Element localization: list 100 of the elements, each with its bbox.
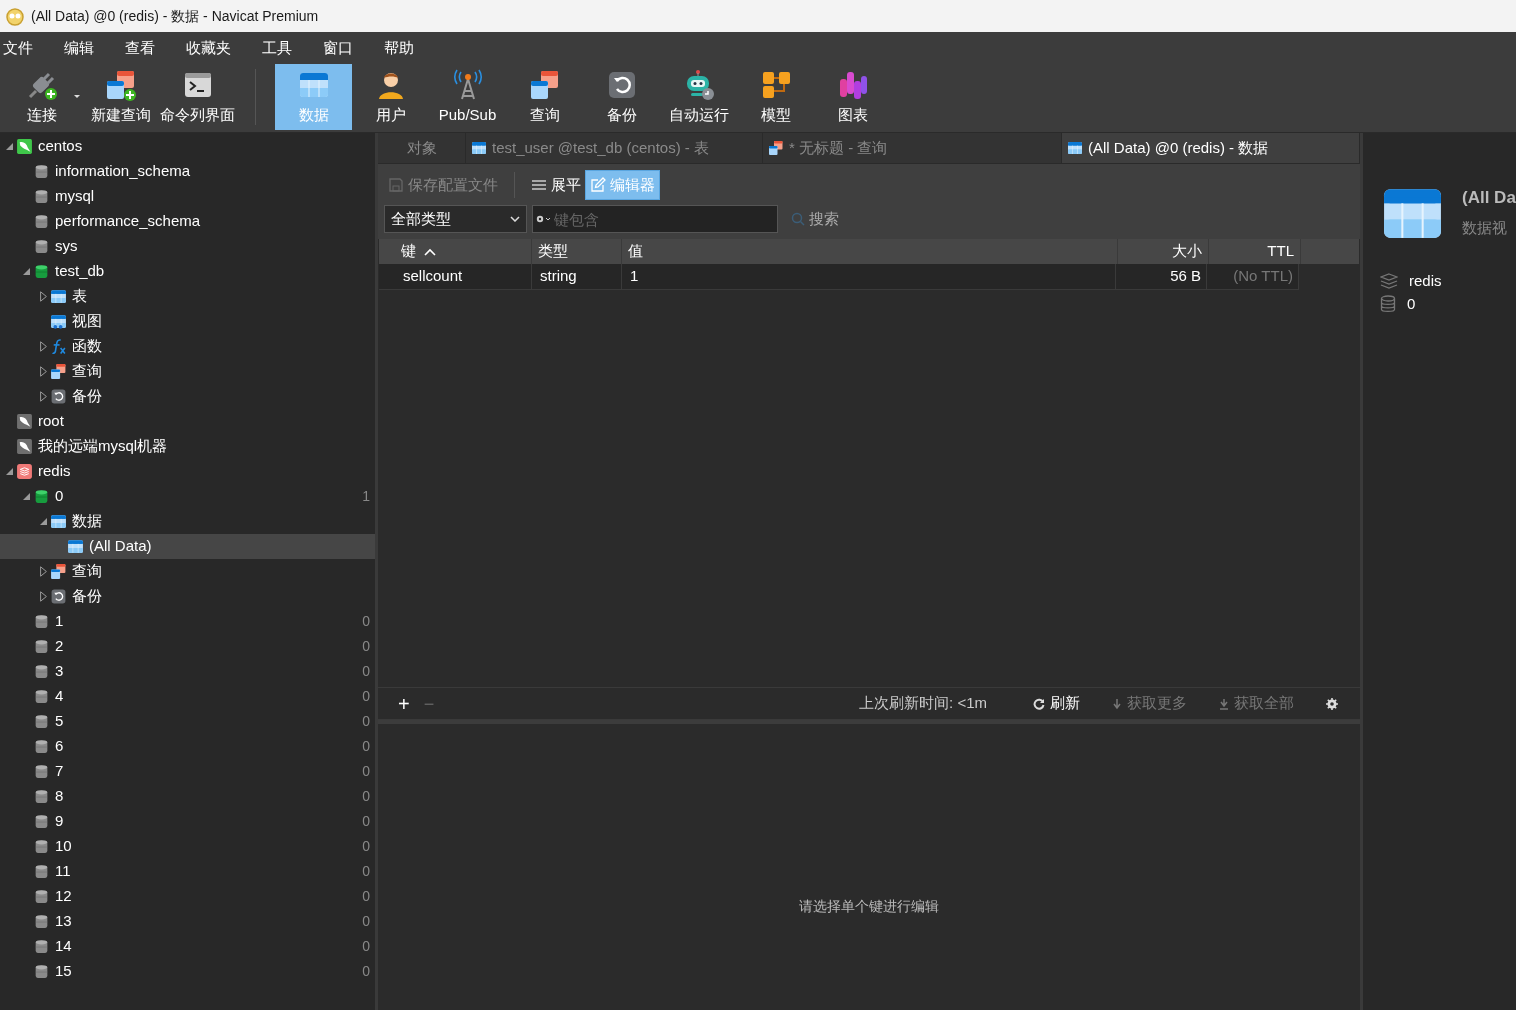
collapsed-arrow-icon[interactable] xyxy=(39,391,47,402)
tree-item[interactable]: 3 0 xyxy=(0,659,375,684)
tab[interactable]: (All Data) @0 (redis) - 数据 xyxy=(1062,133,1360,163)
tree-item[interactable]: 11 0 xyxy=(0,859,375,884)
window-title: (All Data) @0 (redis) - 数据 - Navicat Premium xyxy=(31,6,319,26)
menu-item[interactable]: 收藏夹 xyxy=(186,36,231,60)
connection-icon xyxy=(16,438,33,455)
menu-item[interactable]: 查看 xyxy=(125,36,155,60)
item-count: 0 xyxy=(362,662,370,681)
query-icon xyxy=(768,140,784,156)
save-icon xyxy=(388,177,404,193)
expanded-arrow-icon[interactable] xyxy=(5,468,13,475)
toolbar-button[interactable]: 图表 xyxy=(814,64,891,130)
tree-item[interactable]: 备份 xyxy=(0,584,375,609)
tree-item[interactable]: 8 0 xyxy=(0,784,375,809)
tree-item[interactable]: mysql xyxy=(0,184,375,209)
tree-item[interactable]: 7 0 xyxy=(0,759,375,784)
item-count: 0 xyxy=(362,937,370,956)
item-count: 0 xyxy=(362,762,370,781)
tree-item[interactable]: 10 0 xyxy=(0,834,375,859)
query-plus-icon xyxy=(104,69,137,101)
toolbar-button[interactable]: 查询 xyxy=(506,64,583,130)
expanded-arrow-icon[interactable] xyxy=(39,518,47,525)
function-icon xyxy=(50,338,67,355)
tree-item[interactable]: 表 xyxy=(0,284,375,309)
tree-item[interactable]: information_schema xyxy=(0,159,375,184)
toolbar-button[interactable]: Pub/Sub xyxy=(429,64,506,130)
tree-item[interactable]: 我的远端mysql机器 xyxy=(0,434,375,459)
table-cell: 1 xyxy=(622,264,1116,289)
table-cell: (No TTL) xyxy=(1207,264,1299,289)
toolbar-button[interactable]: 连接 xyxy=(3,64,80,130)
backup-icon xyxy=(50,588,67,605)
expanded-arrow-icon[interactable] xyxy=(5,143,13,150)
tree-item[interactable]: 9 0 xyxy=(0,809,375,834)
toolbar-button[interactable]: 备份 xyxy=(583,64,660,130)
collapsed-arrow-icon[interactable] xyxy=(39,341,47,352)
key-filter-field[interactable]: 键包含 xyxy=(532,205,778,233)
add-button[interactable]: + xyxy=(398,693,410,714)
tree-item[interactable]: 15 0 xyxy=(0,959,375,984)
item-count: 0 xyxy=(362,812,370,831)
collapsed-arrow-icon[interactable] xyxy=(39,591,47,602)
tree-item[interactable]: 2 0 xyxy=(0,634,375,659)
action-button[interactable]: 刷新 xyxy=(1033,692,1080,715)
tree-item[interactable]: 查询 xyxy=(0,359,375,384)
tree-item[interactable]: 14 0 xyxy=(0,934,375,959)
tree-item[interactable]: 数据 xyxy=(0,509,375,534)
tree-item[interactable]: 备份 xyxy=(0,384,375,409)
expanded-arrow-icon[interactable] xyxy=(22,268,30,275)
menu-item[interactable]: 编辑 xyxy=(64,36,94,60)
table-cell: sellcount xyxy=(379,264,532,289)
expanded-arrow-icon[interactable] xyxy=(22,493,30,500)
toolbar-button[interactable]: 自动运行 xyxy=(660,64,737,130)
database-icon xyxy=(33,888,50,905)
tree-item[interactable]: 12 0 xyxy=(0,884,375,909)
refresh-time: 上次刷新时间: <1m xyxy=(859,693,987,714)
menu-item[interactable]: 窗口 xyxy=(323,36,353,60)
caret-icon[interactable] xyxy=(74,95,80,99)
type-select[interactable]: 全部类型 xyxy=(384,205,527,233)
collapsed-arrow-icon[interactable] xyxy=(39,566,47,577)
toolbar-button[interactable]: 命令列界面 xyxy=(159,64,236,130)
tree-item[interactable]: 6 0 xyxy=(0,734,375,759)
toolbar-button[interactable]: 新建查询 xyxy=(82,64,159,130)
tree-item[interactable]: 0 1 xyxy=(0,484,375,509)
database-icon xyxy=(33,863,50,880)
settings-icon[interactable] xyxy=(1326,697,1338,710)
tree-item[interactable]: 4 0 xyxy=(0,684,375,709)
tree-item[interactable]: 查询 xyxy=(0,559,375,584)
tree-item[interactable]: 13 0 xyxy=(0,909,375,934)
menu-item[interactable]: 文件 xyxy=(3,36,33,60)
tree-item[interactable]: redis xyxy=(0,459,375,484)
tree-item[interactable]: performance_schema xyxy=(0,209,375,234)
tree-item[interactable]: 视图 xyxy=(0,309,375,334)
collapsed-arrow-icon[interactable] xyxy=(39,366,47,377)
collapsed-arrow-icon[interactable] xyxy=(39,291,47,302)
arrow-down-icon xyxy=(1112,697,1122,710)
database-icon xyxy=(33,663,50,680)
database-icon xyxy=(33,238,50,255)
tree-item[interactable]: test_db xyxy=(0,259,375,284)
tree-item[interactable]: sys xyxy=(0,234,375,259)
tree-item[interactable]: root xyxy=(0,409,375,434)
menu-item[interactable]: 工具 xyxy=(262,36,292,60)
menu-item[interactable]: 帮助 xyxy=(384,36,414,60)
toolbar-button[interactable]: 用户 xyxy=(352,64,429,130)
tree-item[interactable]: centos xyxy=(0,134,375,159)
tree-item[interactable]: (All Data) xyxy=(0,534,375,559)
toolbar-button[interactable]: 模型 xyxy=(737,64,814,130)
toolbar-button[interactable]: 展平 xyxy=(527,170,585,200)
database-icon xyxy=(33,613,50,630)
tree-item[interactable]: 1 0 xyxy=(0,609,375,634)
item-count: 0 xyxy=(362,862,370,881)
search-button[interactable]: 搜索 xyxy=(791,207,839,231)
item-count: 0 xyxy=(362,737,370,756)
tree-item[interactable]: 函数 xyxy=(0,334,375,359)
tree-item[interactable]: 5 0 xyxy=(0,709,375,734)
view-icon xyxy=(50,313,67,330)
backup-icon xyxy=(50,388,67,405)
table-icon xyxy=(1067,140,1083,156)
item-count: 0 xyxy=(362,837,370,856)
table-icon xyxy=(67,538,84,555)
database-icon xyxy=(33,738,50,755)
